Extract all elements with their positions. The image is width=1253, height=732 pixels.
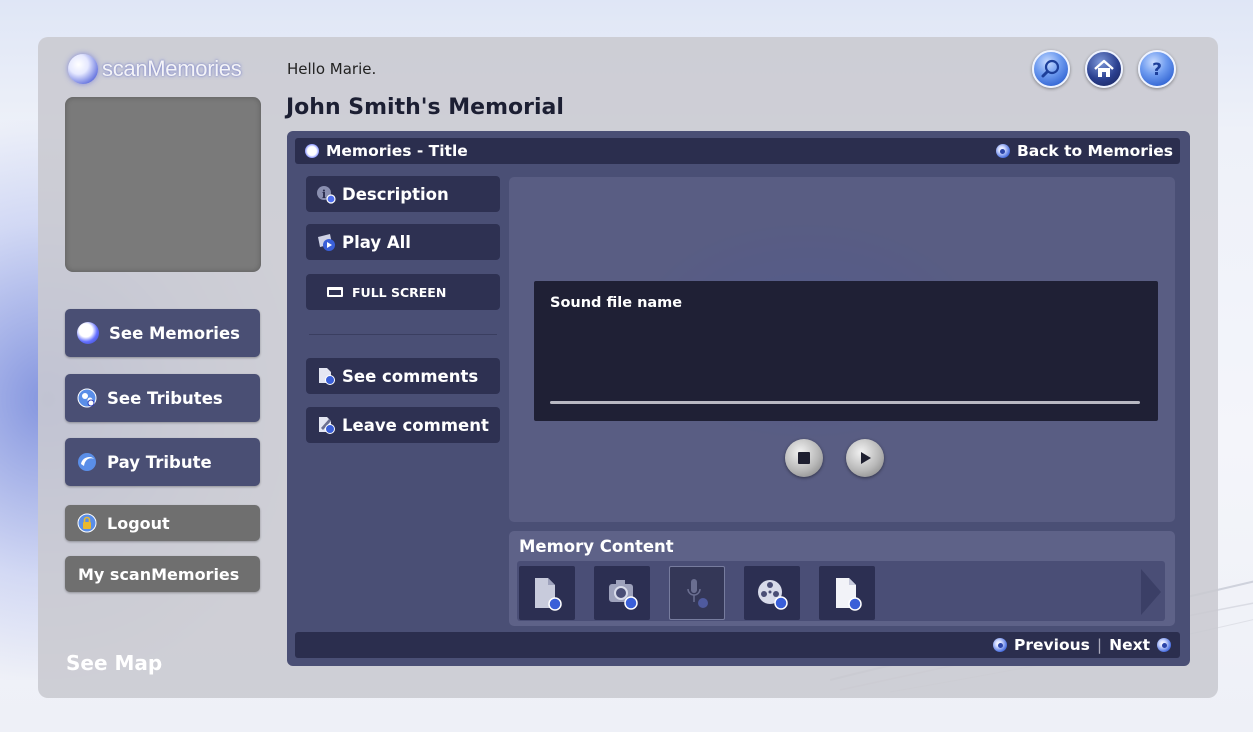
thumbnail-video[interactable] xyxy=(744,566,800,620)
logout-button[interactable]: Logout xyxy=(65,505,260,541)
sidebar-item-see-tributes[interactable]: See Tributes xyxy=(65,374,260,422)
panel-title: Memories - Title xyxy=(326,142,468,160)
leave-comment-label: Leave comment xyxy=(342,415,489,435)
stop-icon xyxy=(798,452,810,464)
pager-separator: | xyxy=(1096,636,1103,654)
search-button[interactable] xyxy=(1032,50,1070,88)
sidebar-item-label: Pay Tribute xyxy=(107,452,212,472)
orb-icon xyxy=(77,322,99,344)
my-scanmemories-button[interactable]: My scanMemories xyxy=(65,556,260,592)
play-all-icon xyxy=(318,234,335,251)
back-arrow-icon xyxy=(995,144,1010,158)
sidebar-item-label: See Tributes xyxy=(107,388,223,408)
previous-arrow-icon xyxy=(993,638,1008,652)
description-button[interactable]: i Description xyxy=(306,176,500,212)
see-comments-button[interactable]: See comments xyxy=(306,358,500,394)
logo-orb-icon xyxy=(68,54,98,84)
see-comments-label: See comments xyxy=(342,366,479,386)
panel-header: Memories - Title Back to Memories xyxy=(295,138,1180,164)
top-icon-bar: ? xyxy=(1032,50,1176,88)
document-icon xyxy=(535,578,562,611)
memory-panel: Memories - Title Back to Memories i Desc… xyxy=(287,131,1190,666)
title-orb-icon xyxy=(305,144,319,158)
see-map-link[interactable]: See Map xyxy=(66,651,162,675)
full-screen-button[interactable]: FULL SCREEN xyxy=(306,274,500,310)
thumbnail-strip xyxy=(517,561,1165,621)
description-label: Description xyxy=(342,184,449,204)
camera-icon xyxy=(609,580,638,610)
play-button[interactable] xyxy=(846,439,884,477)
home-icon xyxy=(1094,59,1114,77)
microphone-icon xyxy=(687,579,708,608)
comments-icon xyxy=(319,368,335,385)
film-reel-icon xyxy=(758,580,788,610)
lock-icon xyxy=(77,513,97,533)
sound-player: Sound file name xyxy=(534,281,1158,421)
sidebar-item-pay-tribute[interactable]: Pay Tribute xyxy=(65,438,260,486)
search-icon xyxy=(1041,59,1060,78)
play-all-button[interactable]: Play All xyxy=(306,224,500,260)
help-icon: ? xyxy=(1152,60,1162,80)
full-screen-icon xyxy=(327,287,343,297)
sound-file-name: Sound file name xyxy=(550,295,683,311)
leave-comment-button[interactable]: Leave comment xyxy=(306,407,500,443)
back-link-label: Back to Memories xyxy=(1016,142,1173,160)
memorial-photo xyxy=(65,97,261,272)
back-to-memories-link[interactable]: Back to Memories xyxy=(995,142,1173,160)
sidebar-item-see-memories[interactable]: See Memories xyxy=(65,309,260,357)
page-icon xyxy=(836,578,862,611)
sound-progress-bar[interactable] xyxy=(550,401,1140,404)
pager: Previous | Next xyxy=(295,632,1180,658)
scroll-right-arrow[interactable] xyxy=(1139,565,1163,619)
page-title: John Smith's Memorial xyxy=(286,95,564,120)
logout-label: Logout xyxy=(107,513,170,533)
thumbnail-document[interactable] xyxy=(519,566,575,620)
menu-divider xyxy=(309,334,497,335)
play-all-label: Play All xyxy=(342,232,411,252)
info-icon: i xyxy=(317,186,336,204)
leave-comment-icon xyxy=(319,417,335,434)
media-stage: Sound file name xyxy=(509,177,1175,522)
thumbnail-photo[interactable] xyxy=(594,566,650,620)
thumbnail-page[interactable] xyxy=(819,566,875,620)
memory-content-title: Memory Content xyxy=(519,537,674,556)
previous-link[interactable]: Previous xyxy=(1014,636,1090,654)
my-scanmemories-label: My scanMemories xyxy=(78,564,240,584)
stop-button[interactable] xyxy=(785,439,823,477)
home-button[interactable] xyxy=(1085,50,1123,88)
greeting: Hello Marie. xyxy=(287,60,377,78)
svg-text:i: i xyxy=(322,188,326,201)
sidebar-item-label: See Memories xyxy=(109,323,240,343)
pay-tribute-icon xyxy=(78,453,96,471)
play-icon xyxy=(861,452,871,464)
help-button[interactable]: ? xyxy=(1138,50,1176,88)
thumbnail-audio[interactable] xyxy=(669,566,725,620)
memory-content-section: Memory Content xyxy=(509,531,1175,626)
next-link[interactable]: Next xyxy=(1109,636,1150,654)
logo-text: scanMemories xyxy=(102,56,242,81)
full-screen-label: FULL SCREEN xyxy=(352,284,447,300)
svg-text:?: ? xyxy=(1152,60,1162,80)
tributes-icon xyxy=(77,388,97,408)
logo[interactable]: scanMemories xyxy=(68,54,242,84)
next-arrow-icon[interactable] xyxy=(1157,638,1171,652)
